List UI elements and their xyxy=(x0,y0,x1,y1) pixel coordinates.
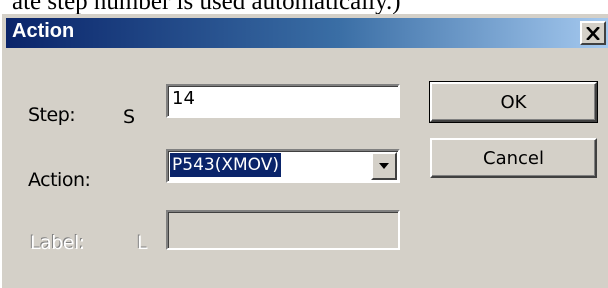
action-label: Action: xyxy=(28,169,91,191)
close-icon xyxy=(586,26,600,40)
ok-button[interactable]: OK xyxy=(429,81,598,123)
action-dropdown-button[interactable] xyxy=(371,152,397,180)
dialog-title: Action xyxy=(12,20,75,42)
action-dialog: Action Step: S 14 Action: P543(XMOV) Lab… xyxy=(0,14,608,288)
cancel-button[interactable]: Cancel xyxy=(430,138,597,178)
title-bar[interactable]: Action xyxy=(6,18,608,48)
action-selected-value: P543(XMOV) xyxy=(169,152,282,178)
step-label: Step: xyxy=(28,104,76,126)
step-input[interactable]: 14 xyxy=(166,84,400,118)
step-value: 14 xyxy=(172,88,195,109)
label-input xyxy=(166,210,400,250)
dropdown-arrow-icon xyxy=(378,157,390,175)
close-button[interactable] xyxy=(580,21,606,45)
step-prefix: S xyxy=(123,106,135,128)
cancel-button-label: Cancel xyxy=(483,147,544,169)
action-select[interactable]: P543(XMOV) xyxy=(166,149,400,183)
label-field-prefix: L xyxy=(137,232,148,254)
ok-button-label: OK xyxy=(500,91,527,113)
label-field-label: Label: xyxy=(30,232,85,254)
